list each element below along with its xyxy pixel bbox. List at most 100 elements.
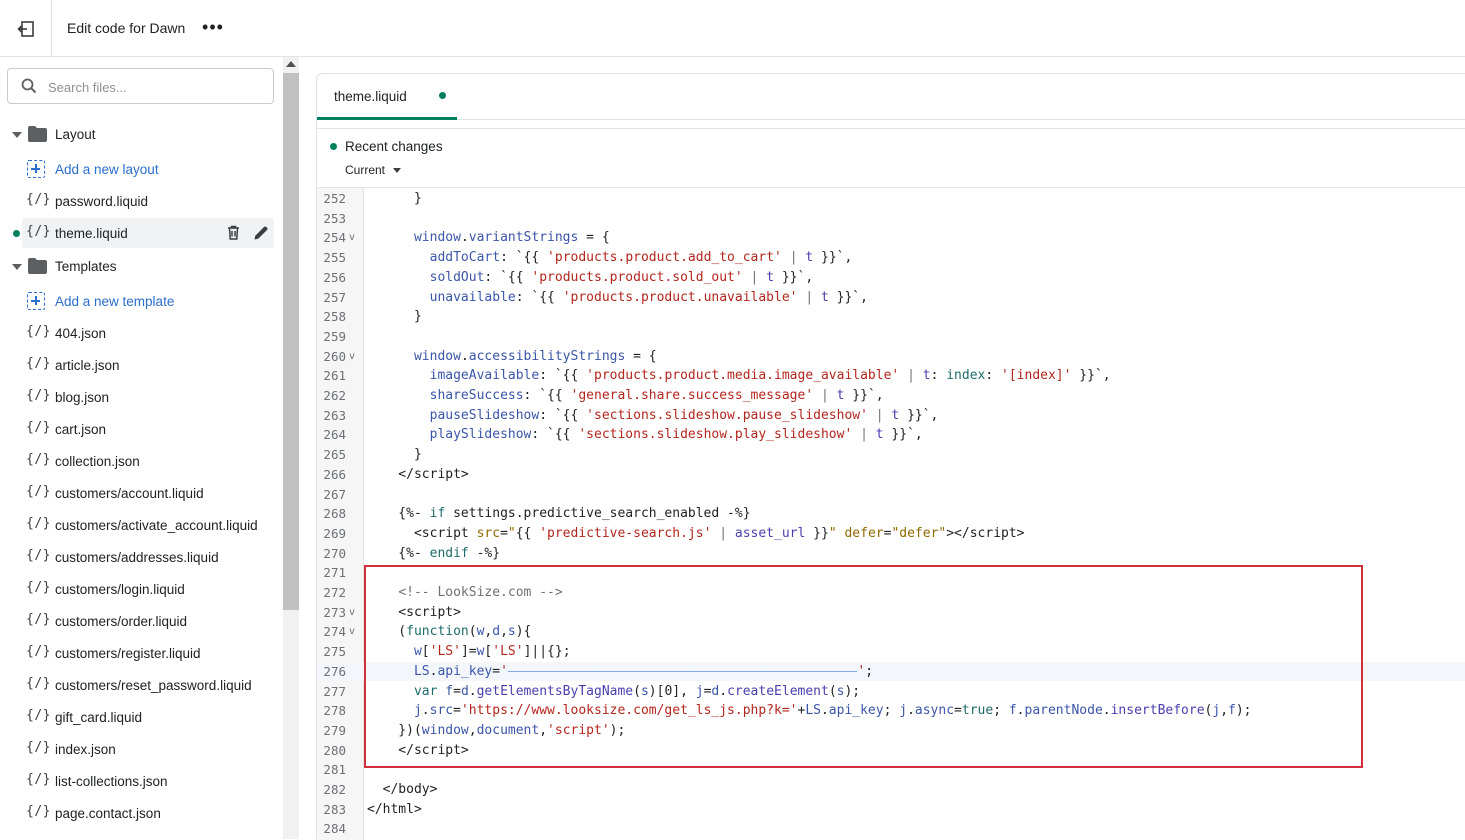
code-line[interactable]: 273 v <script>	[317, 603, 1465, 623]
code-line[interactable]: 280 </script>	[317, 741, 1465, 761]
code-line[interactable]: 283 </html>	[317, 800, 1465, 820]
code-line[interactable]: 254 v window.variantStrings = {	[317, 228, 1465, 248]
file-item[interactable]: {/} index.json	[0, 734, 283, 764]
version-select[interactable]: Current	[345, 163, 402, 177]
code-line[interactable]: 253	[317, 209, 1465, 229]
code-line[interactable]: 276 LS.api_key=' - - - ';	[317, 661, 1465, 682]
code-line[interactable]: 268 {%- if settings.predictive_search_en…	[317, 504, 1465, 524]
code-line[interactable]: 271	[317, 563, 1465, 583]
recent-changes-dot	[330, 143, 337, 150]
add-link-label: Add a new template	[55, 294, 175, 309]
fold-chevron-icon[interactable]: v	[349, 347, 355, 367]
line-number: 280	[323, 742, 346, 758]
search-input[interactable]	[48, 77, 263, 97]
liquid-file-icon: {/}	[26, 548, 51, 563]
code-line[interactable]: 270 {%- endif -%}	[317, 544, 1465, 564]
file-item[interactable]: {/} gift_card.liquid	[0, 702, 283, 732]
code-text: }	[367, 447, 422, 463]
fold-chevron-icon[interactable]: v	[349, 622, 355, 642]
code-line[interactable]: 281	[317, 760, 1465, 780]
code-text: <script src="{{ 'predictive-search.js' |…	[367, 525, 1025, 541]
file-actions	[225, 224, 270, 242]
file-item[interactable]: {/} password.liquid	[0, 186, 283, 216]
code-text: shareSuccess: `{{ 'general.share.success…	[429, 388, 884, 403]
add-layout-link[interactable]: Add a new layout	[0, 154, 283, 184]
exit-button[interactable]	[0, 0, 52, 57]
code-line[interactable]: 260 v window.accessibilityStrings = {	[317, 347, 1465, 367]
file-item[interactable]: {/} customers/activate_account.liquid	[0, 510, 283, 540]
folder-layout[interactable]: Layout	[0, 120, 283, 150]
file-label: blog.json	[55, 390, 110, 405]
code-line[interactable]: 284	[317, 819, 1465, 839]
code-line[interactable]: 257 unavailable: `{{ 'products.product.u…	[317, 288, 1465, 308]
line-number: 275	[323, 644, 346, 660]
file-item[interactable]: {/} article.json	[0, 350, 283, 380]
add-link-label: Add a new layout	[55, 162, 159, 177]
code-line[interactable]: 264 playSlideshow: `{{ 'sections.slidesh…	[317, 425, 1465, 445]
line-number: 272	[323, 585, 346, 600]
folder-templates[interactable]: Templates	[0, 252, 283, 282]
code-line[interactable]: 269 <script src="{{ 'predictive-search.j…	[317, 524, 1465, 544]
file-item[interactable]: {/} cart.json	[0, 414, 283, 444]
file-item[interactable]: {/} list-collections.json	[0, 766, 283, 796]
line-number: 278	[323, 703, 346, 719]
code-line[interactable]: 272 <!-- LookSize.com -->	[317, 583, 1465, 603]
liquid-file-icon: {/}	[26, 324, 51, 339]
liquid-file-icon: {/}	[26, 676, 51, 691]
code-line[interactable]: 261 imageAvailable: `{{ 'products.produc…	[317, 366, 1465, 386]
code-text: window.accessibilityStrings = {	[413, 348, 657, 364]
code-line[interactable]: 265 }	[317, 445, 1465, 465]
code-line[interactable]: 258 }	[317, 307, 1465, 327]
file-label: cart.json	[55, 422, 107, 437]
pencil-icon[interactable]	[252, 224, 270, 242]
file-item[interactable]: {/} customers/account.liquid	[0, 478, 283, 508]
code-line[interactable]: 256 soldOut: `{{ 'products.product.sold_…	[317, 268, 1465, 288]
code-line[interactable]: 279 })(window,document,'script');	[317, 721, 1465, 741]
file-label: theme.liquid	[55, 226, 128, 241]
scroll-thumb[interactable]	[283, 73, 299, 610]
tab-theme-liquid[interactable]: theme.liquid	[317, 74, 457, 120]
code-text: playSlideshow: `{{ 'sections.slideshow.p…	[429, 427, 923, 443]
file-item[interactable]: {/} customers/order.liquid	[0, 606, 283, 636]
file-item[interactable]: {/} collection.json	[0, 446, 283, 476]
code-line[interactable]: 259	[317, 327, 1465, 347]
code-line[interactable]: 275 w['LS']=w['LS']||{};	[317, 642, 1465, 662]
code-line[interactable]: 267	[317, 485, 1465, 505]
folder-label: Layout	[55, 127, 96, 142]
file-item[interactable]: {/} theme.liquid	[22, 218, 274, 248]
code-line[interactable]: 274 v (function(w,d,s){	[317, 622, 1465, 642]
scroll-up-arrow[interactable]	[286, 61, 296, 67]
code-line[interactable]: 278 j.src='https://www.looksize.com/get_…	[317, 701, 1465, 721]
file-item[interactable]: {/} customers/reset_password.liquid	[0, 670, 283, 700]
code-line[interactable]: 262 shareSuccess: `{{ 'general.share.suc…	[317, 386, 1465, 406]
more-actions-button[interactable]: •••	[200, 14, 226, 40]
trash-icon[interactable]	[225, 224, 242, 241]
liquid-file-icon: {/}	[26, 420, 51, 435]
line-number: 271	[323, 565, 346, 581]
sidebar-scrollbar[interactable]	[283, 57, 299, 839]
file-item[interactable]: {/} blog.json	[0, 382, 283, 412]
code-area[interactable]: 252 } 253 254 v window.variantStrings = {25…	[317, 187, 1465, 840]
line-number: 269	[323, 525, 346, 541]
code-line[interactable]: 266 </script>	[317, 465, 1465, 485]
code-line[interactable]: 263 pauseSlideshow: `{{ 'sections.slides…	[317, 406, 1465, 426]
fold-chevron-icon[interactable]: v	[349, 228, 355, 248]
liquid-file-icon: {/}	[26, 192, 51, 207]
code-line[interactable]: 277 var f=d.getElementsByTagName(s)[0], …	[317, 682, 1465, 702]
fold-chevron-icon[interactable]: v	[349, 603, 355, 623]
add-file-icon	[27, 292, 45, 310]
code-line[interactable]: 282 </body>	[317, 780, 1465, 800]
file-item[interactable]: {/} customers/login.liquid	[0, 574, 283, 604]
file-item[interactable]: {/} page.contact.json	[0, 798, 283, 828]
line-number: 260	[323, 348, 346, 364]
search-files	[7, 68, 274, 104]
code-line[interactable]: 255 addToCart: `{{ 'products.product.add…	[317, 248, 1465, 268]
file-item[interactable]: {/} customers/addresses.liquid	[0, 542, 283, 572]
file-item[interactable]: {/} 404.json	[0, 318, 283, 348]
code-line[interactable]: 252 }	[317, 189, 1465, 209]
add-templates-link[interactable]: Add a new template	[0, 286, 283, 316]
code-text: {%- if settings.predictive_search_enable…	[367, 506, 751, 522]
file-label: customers/account.liquid	[55, 486, 204, 501]
line-number: 262	[323, 388, 346, 403]
file-item[interactable]: {/} customers/register.liquid	[0, 638, 283, 668]
